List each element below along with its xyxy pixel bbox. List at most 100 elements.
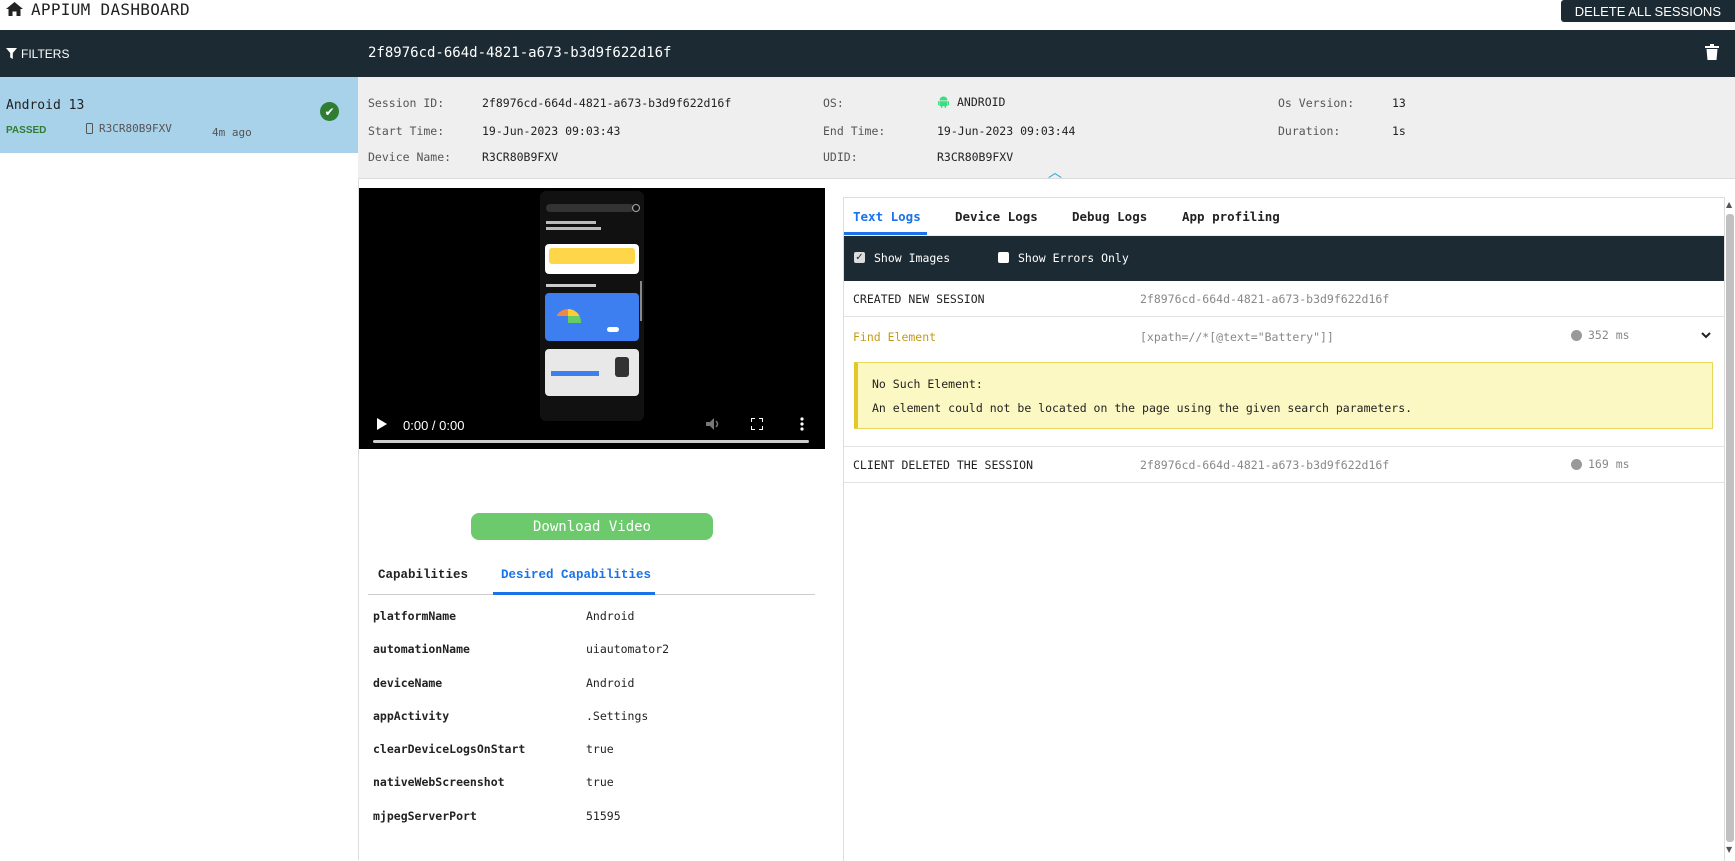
table-row: clearDeviceLogsOnStart true — [373, 736, 813, 769]
show-images-checkbox[interactable]: ✓ — [854, 252, 865, 263]
tab-debug-logs[interactable]: Debug Logs — [1072, 209, 1147, 224]
download-video-button[interactable]: Download Video — [471, 513, 713, 540]
os-value-wrap: ANDROID — [938, 95, 1005, 109]
video-progress-bar[interactable] — [373, 440, 809, 443]
tab-device-logs[interactable]: Device Logs — [955, 209, 1038, 224]
os-version-label: Os Version: — [1278, 96, 1355, 110]
error-message: An element could not be located on the p… — [872, 401, 1413, 415]
top-bar: APPIUM DASHBOARD DELETE ALL SESSIONS — [0, 0, 1735, 30]
scrollbar-thumb[interactable] — [1726, 214, 1734, 842]
status-badge: PASSED — [6, 125, 47, 136]
video-frame-device-screen — [540, 191, 644, 421]
session-device-id: R3CR80B9FXV — [99, 122, 172, 135]
scrollbar[interactable]: ▲ ▼ — [1725, 200, 1735, 854]
end-time-value: 19-Jun-2023 09:03:44 — [937, 124, 1076, 138]
more-options-icon[interactable] — [800, 417, 804, 431]
log-command: CREATED NEW SESSION — [853, 292, 985, 306]
play-icon[interactable] — [377, 418, 387, 430]
trash-icon[interactable] — [1705, 44, 1719, 60]
delete-all-sessions-button[interactable]: DELETE ALL SESSIONS — [1560, 0, 1735, 22]
session-id-label: Session ID: — [368, 96, 445, 110]
android-icon — [938, 96, 949, 108]
capability-key: platformName — [373, 609, 457, 623]
capability-value: 51595 — [586, 808, 621, 823]
log-duration-value: 169 ms — [1588, 457, 1630, 471]
video-time: 0:00 / 0:00 — [403, 418, 465, 433]
session-info-panel: Session ID: 2f8976cd-664d-4821-a673-b3d9… — [358, 77, 1735, 182]
session-device: R3CR80B9FXV — [86, 122, 172, 135]
table-row: nativeWebScreenshot true — [373, 769, 813, 802]
start-time-label: Start Time: — [368, 124, 445, 138]
device-name-value: R3CR80B9FXV — [482, 150, 559, 164]
log-entry[interactable]: CREATED NEW SESSION 2f8976cd-664d-4821-a… — [844, 281, 1724, 317]
show-errors-only-checkbox[interactable] — [998, 252, 1009, 263]
capabilities-tabs: Capabilities Desired Capabilities — [368, 565, 815, 595]
show-errors-only-label: Show Errors Only — [1018, 251, 1129, 265]
clock-icon — [1571, 329, 1582, 341]
capabilities-table: platformName Android automationName uiauto… — [373, 603, 813, 836]
fullscreen-icon[interactable] — [751, 418, 763, 430]
log-entry[interactable]: CLIENT DELETED THE SESSION 2f8976cd-664d… — [844, 447, 1724, 483]
log-command: Find Element — [853, 330, 937, 344]
session-name: Android 13 — [6, 98, 85, 113]
check-circle-icon: ✔ — [320, 102, 339, 121]
error-title: No Such Element: — [872, 377, 983, 391]
session-video-player[interactable]: 0:00 / 0:00 — [359, 188, 825, 449]
log-duration-value: 352 ms — [1588, 328, 1630, 342]
active-tab-indicator — [844, 232, 927, 235]
tab-text-logs[interactable]: Text Logs — [853, 209, 921, 224]
video-controls: 0:00 / 0:00 — [359, 399, 825, 449]
log-entry[interactable]: Find Element [xpath=//*[@text="Battery"]… — [844, 317, 1724, 447]
filter-icon — [6, 48, 17, 59]
sidebar: FILTERS Android 13 PASSED R3CR80B9FXV 4m… — [0, 30, 359, 860]
filters-label: FILTERS — [21, 46, 70, 61]
end-time-label: End Time: — [823, 124, 886, 138]
tab-desired-capabilities[interactable]: Desired Capabilities — [501, 568, 651, 582]
capability-key: mjpegServerPort — [373, 808, 477, 823]
duration-label: Duration: — [1278, 124, 1341, 138]
log-command: CLIENT DELETED THE SESSION — [853, 458, 1034, 472]
app-title-text: APPIUM DASHBOARD — [31, 0, 190, 19]
session-id-value: 2f8976cd-664d-4821-a673-b3d9f622d16f — [482, 96, 732, 110]
log-duration: 352 ms — [1571, 328, 1630, 342]
mobile-icon — [86, 123, 93, 134]
table-row: platformName Android — [373, 603, 813, 636]
duration-value: 1s — [1392, 124, 1406, 138]
session-title: 2f8976cd-664d-4821-a673-b3d9f622d16f — [368, 45, 672, 61]
capability-value: uiautomator2 — [586, 642, 670, 657]
tab-capabilities[interactable]: Capabilities — [378, 568, 468, 582]
table-row: automationName uiautomator2 — [373, 636, 813, 669]
device-name-label: Device Name: — [368, 150, 452, 164]
session-header: 2f8976cd-664d-4821-a673-b3d9f622d16f — [358, 30, 1735, 77]
capability-value: .Settings — [586, 708, 649, 723]
capability-value: Android — [586, 609, 635, 623]
app-title: APPIUM DASHBOARD — [6, 0, 190, 19]
chevron-down-icon[interactable] — [1701, 332, 1711, 339]
log-duration: 169 ms — [1571, 457, 1630, 471]
session-list-item[interactable]: Android 13 PASSED R3CR80B9FXV 4m ago ✔ — [0, 77, 358, 153]
capability-key: automationName — [373, 642, 470, 657]
capability-value: true — [586, 775, 614, 790]
log-args: [xpath=//*[@text="Battery"]] — [1140, 330, 1334, 344]
log-filter-toolbar: ✓ Show Images Show Errors Only — [844, 236, 1724, 281]
start-time-value: 19-Jun-2023 09:03:43 — [482, 124, 621, 138]
volume-icon[interactable] — [706, 418, 722, 430]
session-time-ago: 4m ago — [212, 126, 252, 139]
error-box: No Such Element: An element could not be… — [854, 362, 1713, 429]
capability-key: nativeWebScreenshot — [373, 775, 505, 790]
tab-app-profiling[interactable]: App profiling — [1182, 209, 1280, 224]
capability-key: clearDeviceLogsOnStart — [373, 742, 526, 757]
clock-icon — [1571, 458, 1582, 470]
table-row: deviceName Android — [373, 670, 813, 703]
show-images-label: Show Images — [874, 251, 951, 265]
table-row: mjpegServerPort 51595 — [373, 803, 813, 836]
os-label: OS: — [823, 96, 844, 110]
log-args: 2f8976cd-664d-4821-a673-b3d9f622d16f — [1140, 292, 1390, 306]
table-row: appActivity .Settings — [373, 703, 813, 736]
os-value: ANDROID — [957, 95, 1006, 109]
filters-button[interactable]: FILTERS — [0, 30, 358, 77]
udid-value: R3CR80B9FXV — [937, 150, 1014, 164]
capability-value: Android — [586, 675, 635, 690]
chevron-up-icon[interactable]: ︿ — [1048, 162, 1062, 182]
udid-label: UDID: — [823, 150, 858, 164]
